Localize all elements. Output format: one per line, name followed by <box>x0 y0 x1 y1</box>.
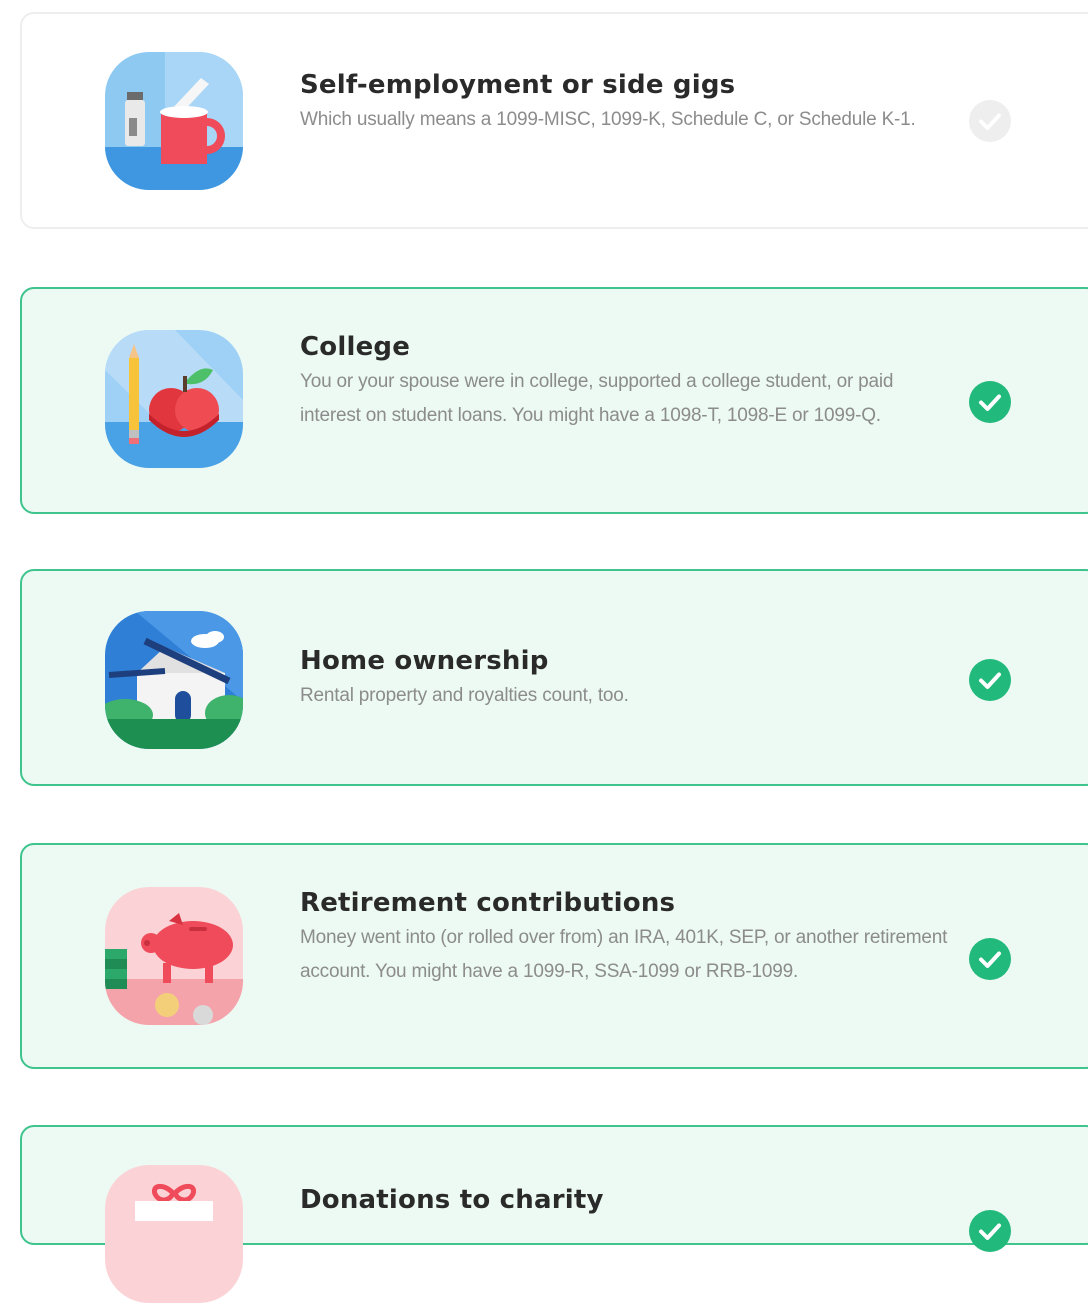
option-text: Self-employment or side gigs Which usual… <box>300 69 950 137</box>
checkmark-icon[interactable] <box>968 937 1012 981</box>
house-icon <box>105 611 243 749</box>
option-card-home-ownership[interactable]: Home ownership Rental property and royal… <box>20 569 1088 786</box>
coffee-mug-salt-shaker-icon <box>105 52 243 190</box>
pencil-apple-icon <box>105 330 243 468</box>
option-text: Home ownership Rental property and royal… <box>300 645 950 713</box>
option-title: Self-employment or side gigs <box>300 70 736 100</box>
checkmark-icon[interactable] <box>968 1209 1012 1253</box>
option-description: You or your spouse were in college, supp… <box>300 371 894 426</box>
option-description: Which usually means a 1099-MISC, 1099-K,… <box>300 109 916 130</box>
checkmark-icon[interactable] <box>968 380 1012 424</box>
option-card-donations-to-charity[interactable]: Donations to charity <box>20 1125 1088 1303</box>
option-text: College You or your spouse were in colle… <box>300 331 950 433</box>
option-description: Rental property and royalties count, too… <box>300 685 629 706</box>
option-title: Donations to charity <box>300 1185 604 1215</box>
option-title: College <box>300 332 411 362</box>
checkmark-icon[interactable] <box>968 658 1012 702</box>
option-title: Home ownership <box>300 646 549 676</box>
option-text: Donations to charity <box>300 1184 950 1216</box>
option-card-college[interactable]: College You or your spouse were in colle… <box>20 287 1088 514</box>
option-card-retirement-contributions[interactable]: Retirement contributions Money went into… <box>20 843 1088 1069</box>
piggy-bank-icon <box>105 887 243 1025</box>
checkmark-icon[interactable] <box>968 99 1012 143</box>
option-title: Retirement contributions <box>300 888 676 918</box>
option-card-self-employment[interactable]: Self-employment or side gigs Which usual… <box>20 12 1088 229</box>
option-text: Retirement contributions Money went into… <box>300 887 950 989</box>
option-description: Money went into (or rolled over from) an… <box>300 927 948 982</box>
gift-icon <box>105 1165 243 1303</box>
